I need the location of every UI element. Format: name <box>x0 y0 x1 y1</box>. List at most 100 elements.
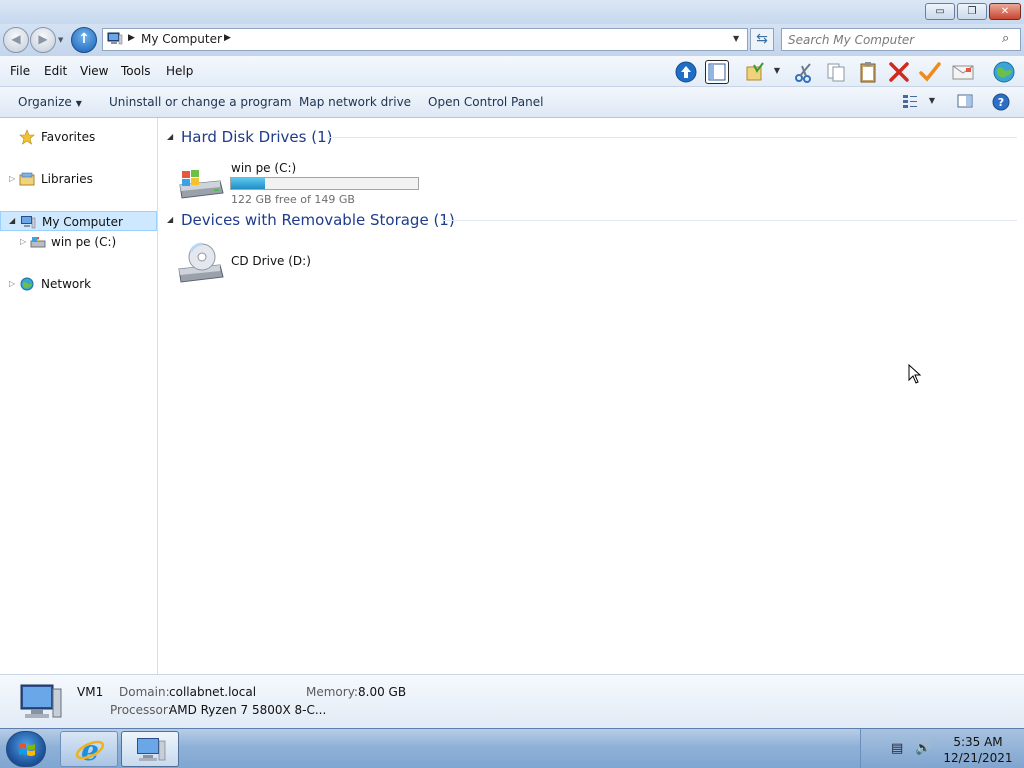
properties-dropdown-icon[interactable]: ▼ <box>771 60 783 84</box>
restore-icon: ❐ <box>967 6 977 17</box>
network-status-icon[interactable]: ▤ <box>891 741 903 756</box>
group-header-removable-storage[interactable]: ◢ Devices with Removable Storage (1) <box>167 209 1017 231</box>
menu-view[interactable]: View <box>80 64 108 78</box>
collapse-arrow-icon[interactable]: ◢ <box>167 132 173 141</box>
address-row: ◀ ▶ ▼ ↑ ▶ My Computer ▶ ▼ ⇆ ⌕ <box>0 24 1024 56</box>
clock-time: 5:35 AM <box>953 735 1003 749</box>
up-icon[interactable] <box>674 60 698 84</box>
group-header-hard-disk-drives[interactable]: ◢ Hard Disk Drives (1) <box>167 126 1017 148</box>
open-control-panel-button[interactable]: Open Control Panel <box>428 95 543 109</box>
command-bar: Organize ▼ Uninstall or change a program … <box>0 87 1024 118</box>
menu-tools[interactable]: Tools <box>121 64 151 78</box>
back-button[interactable]: ◀ <box>3 27 29 53</box>
mail-icon[interactable] <box>951 60 975 84</box>
taskbar: e ▤ 🔊 5:35 AM 12/21/2021 <box>0 728 1024 768</box>
nav-item-libraries[interactable]: ▷ Libraries <box>0 169 157 189</box>
drive-c-free-space: 122 GB free of 149 GB <box>231 193 355 206</box>
forward-arrow-icon: ▶ <box>38 32 48 46</box>
drive-c-name: win pe (C:) <box>231 161 297 175</box>
volume-icon[interactable]: 🔊 <box>915 741 931 756</box>
organize-button[interactable]: Organize ▼ <box>18 95 82 109</box>
drive-usage-fill <box>231 178 265 189</box>
globe-icon[interactable] <box>991 60 1015 84</box>
star-icon <box>19 129 35 145</box>
domain-label: Domain: <box>119 685 170 699</box>
computer-name: VM1 <box>77 685 104 699</box>
memory-value: 8.00 GB <box>358 685 407 699</box>
network-icon <box>20 277 34 291</box>
content-pane: ◢ Hard Disk Drives (1) win pe (C:) 122 G… <box>159 118 1024 674</box>
memory-label: Memory: <box>306 685 358 699</box>
back-arrow-icon: ◀ <box>11 32 21 46</box>
breadcrumb-chevron-icon[interactable]: ▶ <box>224 33 231 43</box>
nav-item-win-pe[interactable]: ▷ win pe (C:) <box>0 232 157 252</box>
notification-area: ▤ 🔊 5:35 AM 12/21/2021 <box>860 729 1024 768</box>
recent-pages-dropdown[interactable]: ▼ <box>58 36 63 44</box>
properties-folder-icon[interactable] <box>743 60 767 84</box>
group-title: Devices with Removable Storage (1) <box>181 211 455 229</box>
menu-file[interactable]: File <box>10 64 30 78</box>
group-title: Hard Disk Drives (1) <box>181 128 333 146</box>
nav-item-favorites[interactable]: Favorites <box>0 127 157 147</box>
restore-button[interactable]: ❐ <box>957 3 987 20</box>
select-icon[interactable] <box>918 60 942 84</box>
cut-icon[interactable] <box>792 60 816 84</box>
domain-value: collabnet.local <box>169 685 257 699</box>
nav-item-network[interactable]: ▷ Network <box>0 274 157 294</box>
svg-text:?: ? <box>998 96 1004 109</box>
minimize-button[interactable]: ▭ <box>925 3 955 20</box>
group-divider <box>327 137 1017 138</box>
map-network-drive-button[interactable]: Map network drive <box>299 95 411 109</box>
view-options-icon[interactable] <box>900 93 920 111</box>
view-options-dropdown-icon[interactable]: ▼ <box>922 96 942 114</box>
menu-edit[interactable]: Edit <box>44 64 67 78</box>
drive-d-name: CD Drive (D:) <box>231 254 311 268</box>
refresh-button[interactable]: ⇆ <box>750 28 774 51</box>
address-dropdown-icon[interactable]: ▼ <box>733 34 739 43</box>
paste-icon[interactable] <box>856 60 880 84</box>
collapse-arrow-icon[interactable]: ◢ <box>167 215 173 224</box>
copy-icon[interactable] <box>824 60 848 84</box>
drive-item-c[interactable]: win pe (C:) 122 GB free of 149 GB <box>176 161 436 211</box>
nav-item-my-computer[interactable]: ◢ My Computer <box>0 211 157 231</box>
search-box[interactable]: ⌕ <box>781 28 1021 51</box>
clock[interactable]: 5:35 AM 12/21/2021 <box>937 734 1019 766</box>
uninstall-program-button[interactable]: Uninstall or change a program <box>109 95 292 109</box>
up-button[interactable]: ↑ <box>71 27 97 53</box>
forward-button[interactable]: ▶ <box>30 27 56 53</box>
collapse-arrow-icon[interactable]: ◢ <box>9 216 15 225</box>
drive-item-d[interactable]: CD Drive (D:) <box>176 241 436 291</box>
breadcrumb-my-computer[interactable]: My Computer <box>141 32 222 46</box>
svg-text:e: e <box>81 734 99 766</box>
start-button[interactable] <box>6 731 46 767</box>
clock-date: 12/21/2021 <box>943 751 1013 765</box>
chevron-down-icon: ▼ <box>75 99 82 108</box>
up-arrow-icon: ↑ <box>78 31 90 47</box>
navigation-pane: Favorites ▷ Libraries ◢ My Computer ▷ wi… <box>0 118 158 674</box>
details-pane: VM1 Domain: collabnet.local Memory: 8.00… <box>0 674 1024 728</box>
menu-help[interactable]: Help <box>166 64 193 78</box>
taskbar-internet-explorer[interactable]: e <box>60 731 118 767</box>
search-input[interactable] <box>788 31 988 48</box>
windows-logo-icon <box>19 743 35 756</box>
taskbar-my-computer[interactable] <box>121 731 179 767</box>
computer-icon <box>20 684 62 718</box>
menu-bar: File Edit View Tools Help ▼ <box>0 56 1024 87</box>
preview-pane-icon[interactable] <box>705 60 729 84</box>
expand-arrow-icon[interactable]: ▷ <box>20 237 26 246</box>
breadcrumb-chevron-icon[interactable]: ▶ <box>128 33 135 43</box>
help-icon[interactable]: ? <box>991 93 1011 111</box>
close-button[interactable]: ✕ <box>989 3 1021 20</box>
nav-network-label: Network <box>41 277 92 291</box>
preview-pane-toggle-icon[interactable] <box>955 93 975 111</box>
computer-icon <box>137 738 166 761</box>
expand-arrow-icon[interactable]: ▷ <box>9 279 15 288</box>
cd-drive-icon <box>178 242 224 283</box>
address-bar[interactable]: ▶ My Computer ▶ ▼ <box>102 28 748 51</box>
expand-arrow-icon[interactable]: ▷ <box>9 174 15 183</box>
hard-drive-icon <box>30 237 46 248</box>
computer-icon <box>21 216 36 229</box>
search-icon[interactable]: ⌕ <box>1002 31 1009 46</box>
delete-icon[interactable] <box>887 60 911 84</box>
minimize-icon: ▭ <box>935 6 945 17</box>
